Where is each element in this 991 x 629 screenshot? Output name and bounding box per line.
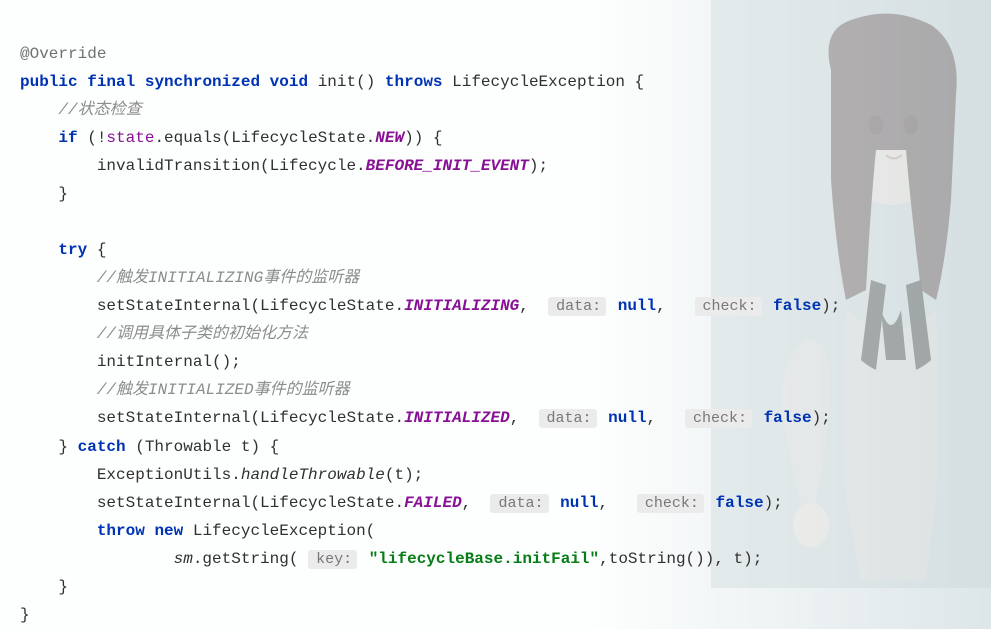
call-end: ,toString()), t); [599,550,762,568]
call-end: (t); [385,466,423,484]
code-block: @Override public final synchronized void… [20,12,971,629]
const-failed: FAILED [404,494,462,512]
if-close: )) { [404,129,442,147]
hint-data: data: [548,297,606,316]
const-before-init: BEFORE_INIT_EVENT [366,157,529,175]
keyword-void: void [270,73,308,91]
null-literal: null [560,494,598,512]
set-state-call2: setStateInternal(LifecycleState. [97,409,404,427]
const-initializing: INITIALIZING [404,297,519,315]
comma: , [519,297,538,315]
comma: , [510,409,529,427]
brace-close: } [58,185,68,203]
null-literal: null [618,297,656,315]
method-init: init [318,73,356,91]
hint-check: check: [685,409,752,428]
false-literal: false [773,297,821,315]
comma: , [462,494,481,512]
string-literal: "lifecycleBase.initFail" [369,550,599,568]
hint-data: data: [490,494,548,513]
set-state-call3: setStateInternal(LifecycleState. [97,494,404,512]
hint-check: check: [695,297,762,316]
keyword-throws: throws [385,73,443,91]
call-end: ); [529,157,548,175]
null-literal: null [608,409,646,427]
handle-throwable: handleThrowable [241,466,385,484]
hint-key: key: [308,550,357,569]
paren-open: (! [87,129,106,147]
comment-init-internal: //调用具体子类的初始化方法 [97,325,308,343]
exception-utils: ExceptionUtils. [97,466,241,484]
hint-data: data: [539,409,597,428]
annotation-override: @Override [20,45,106,63]
comment-state-check: //状态检查 [58,101,141,119]
keyword-new: new [154,522,183,540]
catch-close: } [58,578,68,596]
keyword-catch: catch [78,438,126,456]
keyword-synchronized: synchronized [145,73,260,91]
false-literal: false [716,494,764,512]
keyword-if: if [58,129,77,147]
invalid-transition-call: invalidTransition(Lifecycle. [97,157,366,175]
exception-type: LifecycleException { [452,73,644,91]
keyword-throw: throw [97,522,145,540]
keyword-final: final [87,73,135,91]
false-literal: false [764,409,812,427]
equals-call: .equals(LifecycleState. [154,129,375,147]
const-new: NEW [375,129,404,147]
set-state-call1: setStateInternal(LifecycleState. [97,297,404,315]
const-initialized: INITIALIZED [404,409,510,427]
sm-field: sm [174,550,193,568]
init-internal-call: initInternal(); [97,353,241,371]
keyword-public: public [20,73,78,91]
comment-initialized: //触发INITIALIZED事件的监听器 [97,381,350,399]
comma: , [647,409,666,427]
comment-initializing: //触发INITIALIZING事件的监听器 [97,269,359,287]
parens: () [356,73,375,91]
comma: , [656,297,675,315]
call-end: ); [812,409,831,427]
get-string: .getString( [193,550,299,568]
keyword-try: try [58,241,87,259]
brace-open: { [87,241,106,259]
new-exception: LifecycleException( [183,522,375,540]
method-close: } [20,606,30,624]
comma: , [599,494,618,512]
try-close: } [58,438,77,456]
field-state: state [106,129,154,147]
call-end: ); [764,494,783,512]
hint-check: check: [637,494,704,513]
call-end: ); [821,297,840,315]
catch-param: (Throwable t) { [126,438,280,456]
